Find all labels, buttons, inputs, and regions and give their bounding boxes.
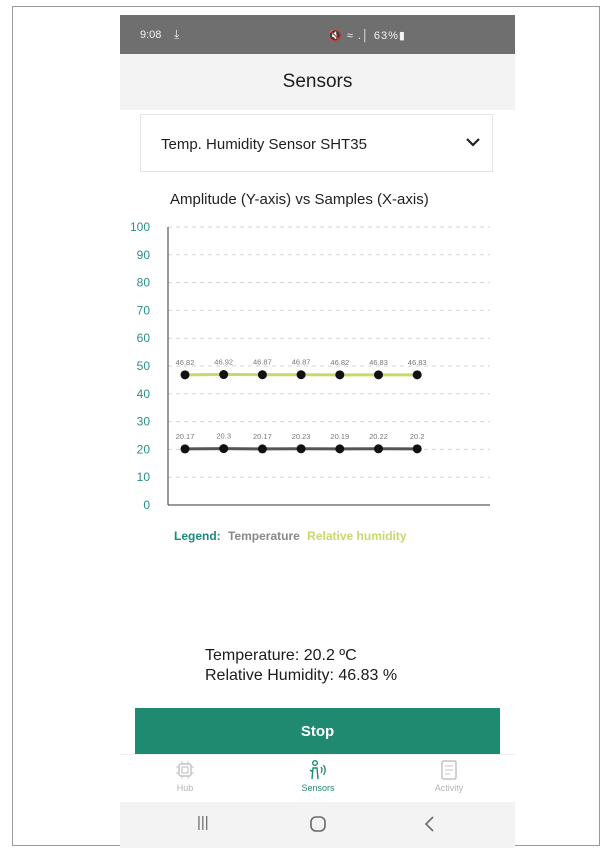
temperature-point <box>257 444 267 454</box>
chevron-down-icon <box>466 138 480 147</box>
y-tick-label: 0 <box>143 498 150 512</box>
relative-humidity-data-label: 46.92 <box>214 358 233 367</box>
temperature-data-label: 20.3 <box>216 432 231 441</box>
temperature-point <box>374 444 383 454</box>
home-icon[interactable] <box>303 812 333 836</box>
sensor-dropdown-value: Temp. Humidity Sensor SHT35 <box>161 136 367 153</box>
y-tick-label: 70 <box>137 303 151 317</box>
app-bar: Sensors <box>120 54 515 110</box>
temperature-point <box>296 444 306 454</box>
nav-label-hub: Hub <box>176 783 194 793</box>
system-nav-bar: ||| <box>120 802 515 848</box>
relative-humidity-point <box>180 370 190 380</box>
temperature-data-label: 20.17 <box>253 432 272 441</box>
y-tick-label: 60 <box>137 331 151 345</box>
temperature-data-label: 20.17 <box>176 432 195 441</box>
page-title: Sensors <box>282 71 353 92</box>
chart-title: Amplitude (Y-axis) vs Samples (X-axis) <box>170 191 429 208</box>
relative-humidity-data-label: 46.82 <box>330 358 349 367</box>
chart-area: 0 10 20 30 40 50 60 70 80 90 100 46.82 46.92 46.87 46.… <box>130 220 490 512</box>
sensor-person-icon <box>309 760 326 780</box>
readings-panel: Temperature: 20.2 ºC Relative Humidity: … <box>205 646 397 686</box>
nav-item-activity[interactable]: Activity <box>399 759 499 793</box>
sensor-dropdown[interactable]: Temp. Humidity Sensor SHT35 <box>140 114 493 172</box>
temperature-point <box>412 444 422 454</box>
relative-humidity-data-label: 46.82 <box>176 358 195 367</box>
y-tick-label: 100 <box>130 220 150 234</box>
document-icon <box>441 760 457 780</box>
relative-humidity-point <box>412 370 422 380</box>
y-tick-label: 90 <box>137 248 151 262</box>
recents-button[interactable]: ||| <box>197 814 227 838</box>
chart-legend: Legend: Temperature Relative humidity <box>174 529 407 543</box>
y-tick-label: 50 <box>137 359 151 373</box>
temperature-point <box>180 444 190 454</box>
nav-label-activity: Activity <box>434 783 464 793</box>
relative-humidity-point <box>374 370 383 380</box>
nav-item-sensors[interactable]: Sensors <box>268 759 368 793</box>
back-icon[interactable] <box>415 812 445 836</box>
relative-humidity-data-label: 46.83 <box>369 358 388 367</box>
status-icons: 🔇 ≈ .│ 63%▮ <box>328 30 406 42</box>
relative-humidity-point <box>219 370 229 380</box>
phone-screen: 9:08 ⤓ 🔇 ≈ .│ 63%▮ Sensors Temp. Humidit… <box>120 15 515 848</box>
y-tick-label: 10 <box>137 470 151 484</box>
y-tick-label: 20 <box>137 442 151 456</box>
y-tick-label: 30 <box>137 415 151 429</box>
relative-humidity-data-label: 46.83 <box>408 358 427 367</box>
relative-humidity-point <box>335 370 345 380</box>
temperature-data-label: 20.22 <box>369 432 388 441</box>
relative-humidity-data-label: 46.87 <box>253 358 272 367</box>
relative-humidity-point <box>257 370 267 380</box>
stop-button[interactable]: Stop <box>135 708 500 754</box>
temperature-data-label: 20.2 <box>410 432 425 441</box>
relative-humidity-point <box>296 370 306 380</box>
status-bar: 9:08 ⤓ 🔇 ≈ .│ 63%▮ <box>120 15 515 54</box>
y-tick-label: 40 <box>137 387 151 401</box>
legend-humidity: Relative humidity <box>307 529 407 543</box>
chip-icon <box>176 761 194 779</box>
nav-item-hub[interactable]: Hub <box>135 759 235 793</box>
temperature-point <box>219 444 229 454</box>
download-icon: ⤓ <box>174 27 180 41</box>
relative-humidity-data-label: 46.87 <box>292 358 311 367</box>
y-tick-label: 80 <box>137 276 151 290</box>
status-time: 9:08 <box>140 29 162 41</box>
bottom-nav: Hub Sensors Activity <box>120 754 515 803</box>
temperature-point <box>335 444 345 454</box>
legend-heading: Legend: <box>174 529 221 543</box>
nav-label-sensors: Sensors <box>301 783 335 793</box>
temperature-data-label: 20.23 <box>292 432 311 441</box>
legend-temperature: Temperature <box>228 529 300 543</box>
temperature-reading: Temperature: 20.2 ºC <box>205 647 357 664</box>
temperature-data-label: 20.19 <box>330 432 349 441</box>
humidity-reading: Relative Humidity: 46.83 % <box>205 667 398 684</box>
